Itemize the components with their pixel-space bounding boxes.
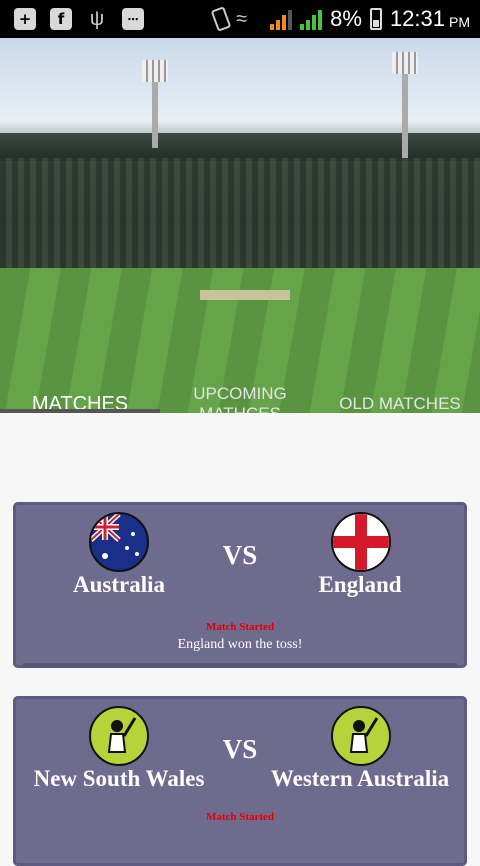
card-bottom-strip	[23, 663, 457, 668]
tab-matches[interactable]: MATCHES	[0, 358, 160, 413]
team1-name: New South Wales	[33, 766, 205, 791]
clock-ampm: PM	[449, 14, 470, 30]
team2-name: England	[318, 572, 402, 597]
clock: 12:31	[389, 6, 445, 31]
signal-icon	[270, 8, 293, 30]
match-status: Match Started	[205, 621, 275, 633]
vs-label: VS	[222, 540, 258, 570]
match-card[interactable]: VS New South Wales Western Australia Mat…	[13, 696, 467, 866]
chat-icon: ⋯	[122, 8, 144, 30]
facebook-icon: f	[50, 8, 72, 30]
status-bar: + f ψ ⋯ ≈ 8% 12:31 PM	[0, 0, 480, 38]
floodlight-tower	[402, 73, 408, 158]
tab-indicator	[0, 409, 160, 413]
tab-upcoming-matches[interactable]: UPCOMING MATHCES	[160, 358, 320, 413]
cricket-pitch	[200, 290, 290, 300]
floodlight-tower	[152, 78, 158, 148]
wifi-icon: ≈	[236, 8, 248, 30]
match-card[interactable]: VS Australia England Match Started Engla…	[13, 502, 467, 668]
plus-square-icon: +	[14, 8, 36, 30]
floodlight	[392, 52, 418, 74]
phone-vibrate-icon	[210, 6, 232, 32]
stadium-roof	[0, 133, 480, 161]
battery-icon	[369, 8, 382, 30]
team2-name: Western Australia	[270, 766, 450, 791]
match-result: England won the toss!	[177, 637, 303, 652]
usb-icon: ψ	[89, 8, 105, 30]
tab-bar: MATCHES UPCOMING MATHCES OLD MATCHES	[0, 358, 480, 413]
team1-name: Australia	[73, 572, 165, 597]
floodlight	[142, 60, 168, 82]
tab-old-matches[interactable]: OLD MATCHES	[320, 358, 480, 413]
stadium-stand	[0, 158, 480, 278]
match-status: Match Started	[205, 811, 275, 823]
battery-percent: 8%	[330, 6, 362, 31]
vs-label: VS	[222, 734, 258, 764]
stadium-header-image: MATCHES UPCOMING MATHCES OLD MATCHES	[0, 38, 480, 413]
signal-icon	[300, 8, 323, 30]
